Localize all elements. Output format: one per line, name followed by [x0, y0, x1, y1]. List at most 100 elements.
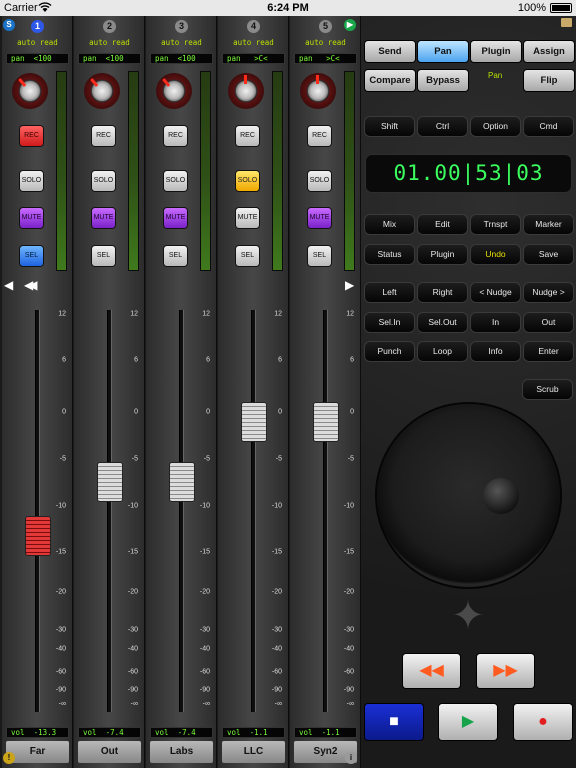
automation-mode[interactable]: auto read	[74, 38, 145, 47]
channel-number[interactable]: 5	[319, 20, 332, 33]
fader-scale-label: -90	[343, 686, 354, 694]
key-sel-out-button[interactable]: Sel.Out	[418, 313, 467, 332]
key-edit-button[interactable]: Edit	[418, 215, 467, 234]
compare-button[interactable]: Compare	[365, 70, 415, 91]
record-button[interactable]: ●	[514, 704, 572, 740]
pan-knob[interactable]	[300, 73, 336, 109]
channel-number[interactable]: 1	[31, 20, 44, 33]
channel-strip: 5 auto read pan >C< REC SOLO MUTE SEL 12 6 0 -5 -10…	[290, 16, 361, 768]
key-plugin-button[interactable]: Plugin	[418, 245, 467, 264]
solo-button[interactable]: SOLO	[236, 171, 259, 191]
rec-button[interactable]: REC	[92, 126, 115, 146]
track-name-button[interactable]: Far	[6, 741, 69, 763]
play-button[interactable]: ▶	[439, 704, 497, 740]
solo-button[interactable]: SOLO	[92, 171, 115, 191]
sel-button[interactable]: SEL	[20, 246, 43, 266]
modifier-ctrl-button[interactable]: Ctrl	[418, 117, 467, 136]
key-undo-button[interactable]: Undo	[471, 245, 520, 264]
key-nudge-button[interactable]: < Nudge	[471, 283, 520, 302]
solo-button[interactable]: SOLO	[20, 171, 43, 191]
sel-button[interactable]: SEL	[308, 246, 331, 266]
mute-button[interactable]: MUTE	[92, 208, 115, 228]
rec-button[interactable]: REC	[164, 126, 187, 146]
fader-scale-label: -20	[343, 588, 354, 596]
modifier-option-button[interactable]: Option	[471, 117, 520, 136]
key-punch-button[interactable]: Punch	[365, 342, 414, 361]
key-marker-button[interactable]: Marker	[524, 215, 573, 234]
key-mix-button[interactable]: Mix	[365, 215, 414, 234]
assign-button[interactable]: Assign	[524, 41, 574, 62]
rec-button[interactable]: REC	[236, 126, 259, 146]
modifier-cmd-button[interactable]: Cmd	[524, 117, 573, 136]
info-icon[interactable]: i	[345, 752, 357, 764]
bank-right-icon[interactable]: ▶	[345, 278, 354, 292]
mute-button[interactable]: MUTE	[236, 208, 259, 228]
automation-mode[interactable]: auto read	[2, 38, 73, 47]
key-sel-in-button[interactable]: Sel.In	[365, 313, 414, 332]
bypass-button[interactable]: Bypass	[418, 70, 468, 91]
solo-button[interactable]: SOLO	[164, 171, 187, 191]
channel-left-icon[interactable]: ◀◀	[24, 278, 38, 292]
key-nudge-button[interactable]: Nudge >	[524, 283, 573, 302]
rec-button[interactable]: REC	[308, 126, 331, 146]
mute-button[interactable]: MUTE	[164, 208, 187, 228]
key-out-button[interactable]: Out	[524, 313, 573, 332]
key-info-button[interactable]: Info	[471, 342, 520, 361]
fader-cap[interactable]	[98, 462, 122, 501]
mute-button[interactable]: MUTE	[308, 208, 331, 228]
info-icon-left[interactable]: !	[3, 752, 15, 764]
pan-knob[interactable]	[148, 65, 200, 117]
key-left-button[interactable]: Left	[365, 283, 414, 302]
track-name-button[interactable]: LLC	[222, 741, 285, 763]
menu-icon[interactable]	[561, 18, 572, 27]
sel-button[interactable]: SEL	[164, 246, 187, 266]
channel-number[interactable]: 3	[175, 20, 188, 33]
key-in-button[interactable]: In	[471, 313, 520, 332]
modifier-shift-button[interactable]: Shift	[365, 117, 414, 136]
fader-cap[interactable]	[26, 517, 50, 556]
automation-mode[interactable]: auto read	[146, 38, 217, 47]
rec-button[interactable]: REC	[20, 126, 43, 146]
automation-mode[interactable]: auto read	[290, 38, 361, 47]
fader-scale-label: 6	[134, 356, 138, 364]
send-button[interactable]: Send	[365, 41, 415, 62]
fader-track	[323, 310, 328, 712]
flip-button[interactable]: Flip	[524, 70, 574, 91]
fader-cap[interactable]	[170, 462, 194, 501]
track-name-button[interactable]: Out	[78, 741, 141, 763]
pan-knob[interactable]	[76, 65, 128, 117]
fast-forward-button[interactable]: ▶▶	[477, 654, 534, 688]
play-status-icon[interactable]: ▶	[344, 19, 356, 31]
key-enter-button[interactable]: Enter	[524, 342, 573, 361]
setup-icon[interactable]: S	[3, 19, 15, 31]
jog-wheel[interactable]	[377, 404, 560, 587]
bank-left-icon[interactable]: ◀	[4, 278, 13, 292]
mute-button[interactable]: MUTE	[20, 208, 43, 228]
channel-number[interactable]: 4	[247, 20, 260, 33]
rewind-button[interactable]: ◀◀	[403, 654, 460, 688]
automation-mode[interactable]: auto read	[218, 38, 289, 47]
stop-button[interactable]: ■	[365, 704, 423, 740]
fader-scale-label: -60	[343, 668, 354, 676]
key-right-button[interactable]: Right	[418, 283, 467, 302]
key-loop-button[interactable]: Loop	[418, 342, 467, 361]
channel-number[interactable]: 2	[103, 20, 116, 33]
key-trnspt-button[interactable]: Trnspt	[471, 215, 520, 234]
sel-button[interactable]: SEL	[92, 246, 115, 266]
fader-scale-label: 6	[62, 356, 66, 364]
fader-scale-label: -15	[199, 548, 210, 556]
fader-scale-label: -5	[131, 455, 138, 463]
fader-cap[interactable]	[242, 403, 266, 442]
key-status-button[interactable]: Status	[365, 245, 414, 264]
scrub-button[interactable]: Scrub	[523, 380, 572, 399]
pan-knob[interactable]	[228, 73, 264, 109]
key-save-button[interactable]: Save	[524, 245, 573, 264]
plugin-button[interactable]: Plugin	[471, 41, 521, 62]
pan-knob[interactable]	[4, 65, 56, 117]
solo-button[interactable]: SOLO	[308, 171, 331, 191]
battery-percent: 100%	[517, 2, 546, 14]
track-name-button[interactable]: Labs	[150, 741, 213, 763]
sel-button[interactable]: SEL	[236, 246, 259, 266]
fader-cap[interactable]	[314, 403, 338, 442]
pan-button[interactable]: Pan	[418, 41, 468, 62]
